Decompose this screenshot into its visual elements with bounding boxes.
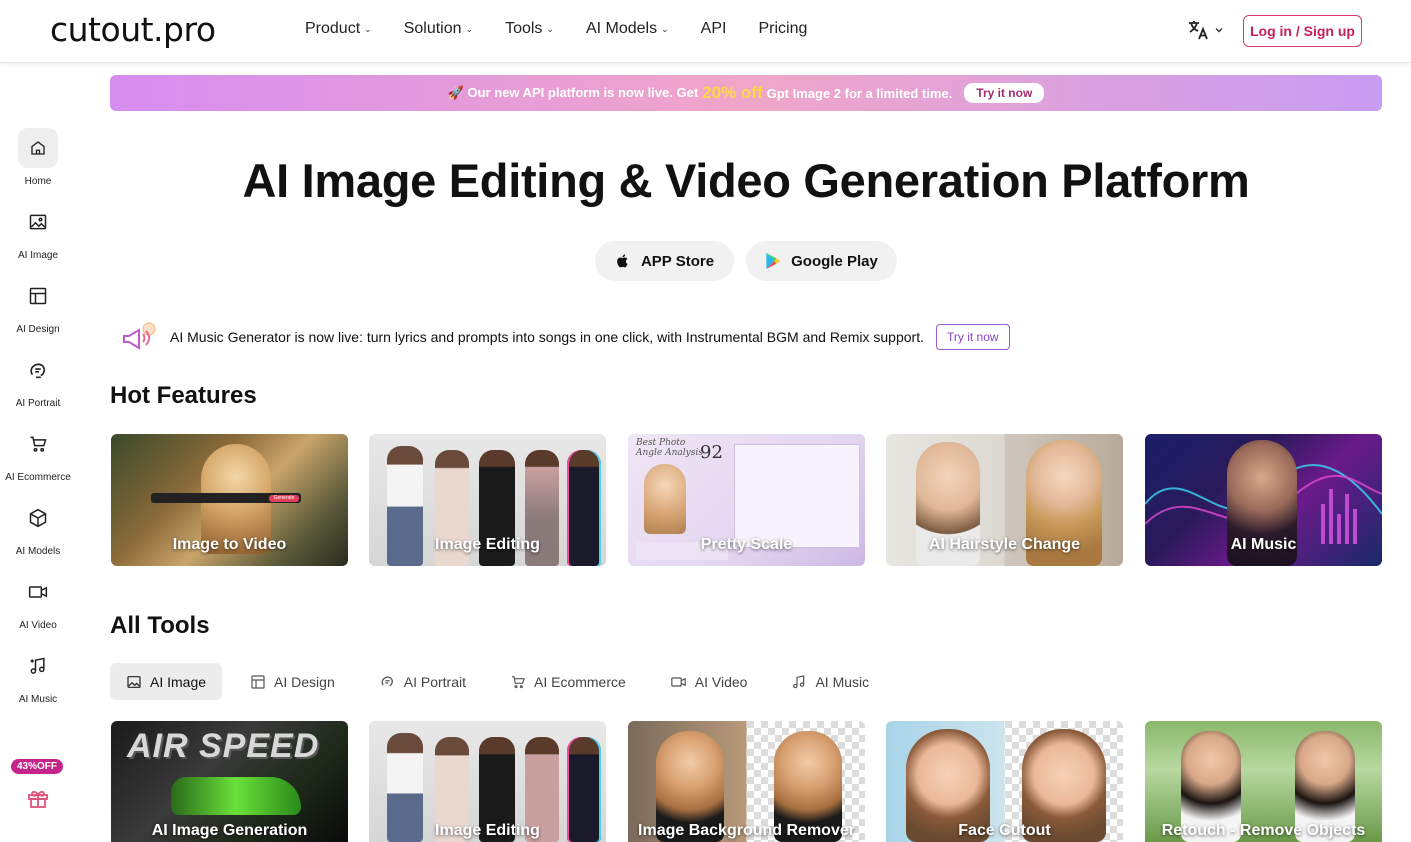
portrait-figure [644, 464, 686, 534]
hot-features-title: Hot Features [110, 382, 257, 409]
nav-ai-models[interactable]: AI Models ⌄ [586, 20, 669, 38]
banner-try-button[interactable]: Try it now [964, 83, 1045, 103]
portrait-icon [18, 350, 58, 390]
discount-highlight: 20% off [702, 83, 763, 102]
chevron-down-icon: ⌄ [364, 23, 372, 34]
left-sidebar: Home AI Image AI Design AI Portrait AI E… [0, 64, 76, 842]
feature-card-hairstyle-change[interactable]: AI Hairstyle Change [886, 434, 1123, 566]
photo-grid [734, 444, 860, 548]
nav-pricing[interactable]: Pricing [758, 20, 807, 38]
gift-icon[interactable] [26, 786, 50, 815]
feature-card-pretty-scale[interactable]: Best Photo Angle Analysis 92 Pretty Scal… [628, 434, 865, 566]
video-icon [18, 572, 58, 612]
tab-ai-image[interactable]: AI Image [110, 663, 223, 700]
layout-icon [251, 674, 265, 689]
sidebar-item-ai-video[interactable]: AI Video [0, 572, 76, 631]
music-notice: AI Music Generator is now live: turn lyr… [120, 322, 1010, 352]
image-icon [127, 675, 141, 688]
feature-card-image-to-video[interactable]: Generate Image to Video [111, 434, 348, 566]
tab-ai-portrait[interactable]: AI Portrait [363, 663, 482, 700]
music-icon [793, 674, 805, 688]
generate-button-thumb: Generate [269, 495, 299, 502]
main-nav: Product ⌄ Solution ⌄ Tools ⌄ AI Models ⌄ API… [305, 20, 839, 38]
tab-ai-music[interactable]: AI Music [775, 663, 885, 700]
login-signup-button[interactable]: Log in / Sign up [1243, 15, 1362, 47]
sidebar-item-home[interactable]: Home [0, 128, 76, 187]
feature-card-ai-music[interactable]: AI Music [1145, 434, 1382, 566]
tool-card-background-remover[interactable]: Image Background Remover [628, 721, 865, 842]
cube-icon [18, 498, 58, 538]
nav-tools[interactable]: Tools ⌄ [505, 20, 554, 38]
all-tools-title: All Tools [110, 612, 210, 639]
feature-card-image-editing[interactable]: Image Editing [369, 434, 606, 566]
tool-category-tabs: AI Image AI Design AI Portrait AI Ecomme… [110, 663, 897, 700]
video-icon [671, 676, 686, 687]
chevron-down-icon: ⌄ [546, 23, 554, 34]
tool-card-face-cutout[interactable]: Face Cutout [886, 721, 1123, 842]
tab-ai-ecommerce[interactable]: AI Ecommerce [494, 663, 642, 700]
sidebar-item-ai-design[interactable]: AI Design [0, 276, 76, 335]
cart-icon [511, 675, 525, 688]
tab-ai-video[interactable]: AI Video [654, 663, 764, 700]
tool-card-image-editing[interactable]: Image Editing [369, 721, 606, 842]
nav-product[interactable]: Product ⌄ [305, 20, 372, 38]
notice-try-button[interactable]: Try it now [935, 324, 1010, 350]
tab-ai-design[interactable]: AI Design [234, 663, 351, 700]
language-switcher[interactable] [1186, 18, 1224, 42]
sidebar-item-ai-image[interactable]: AI Image [0, 202, 76, 261]
google-play-icon [766, 253, 781, 269]
sidebar-item-ai-models[interactable]: AI Models [0, 498, 76, 557]
page-title: AI Image Editing & Video Generation Plat… [242, 154, 1250, 207]
image-icon [18, 202, 58, 242]
apple-icon [617, 254, 628, 268]
sidebar-item-ai-portrait[interactable]: AI Portrait [0, 350, 76, 409]
logo[interactable]: cutout.pro [50, 10, 216, 49]
megaphone-icon [123, 322, 156, 350]
music-icon [18, 646, 58, 686]
air-speed-art: AIR SPEED [127, 727, 320, 765]
score-value: 92 [700, 442, 723, 463]
cart-icon [18, 424, 58, 464]
portrait-icon [381, 676, 393, 687]
discount-badge[interactable]: 43%OFF [11, 759, 64, 774]
promo-banner[interactable]: 🚀 Our new API platform is now live. Get … [110, 75, 1382, 111]
nav-solution[interactable]: Solution ⌄ [404, 20, 473, 38]
app-store-button[interactable]: APP Store [595, 241, 734, 281]
layout-icon [18, 276, 58, 316]
google-play-button[interactable]: Google Play [746, 241, 897, 281]
tool-card-retouch-remove-objects[interactable]: Retouch - Remove Objects [1145, 721, 1382, 842]
chevron-down-icon [1215, 28, 1223, 33]
sidebar-item-ai-music[interactable]: AI Music [0, 646, 76, 705]
home-icon [18, 128, 58, 168]
sneaker-graphic [171, 777, 301, 815]
sidebar-item-ai-ecommerce[interactable]: AI Ecommerce [0, 424, 76, 483]
chevron-down-icon: ⌄ [465, 23, 474, 34]
top-header: cutout.pro Product ⌄ Solution ⌄ Tools ⌄ AI … [0, 0, 1411, 63]
tool-card-ai-image-generation[interactable]: AIR SPEED AI Image Generation [111, 721, 348, 842]
chevron-down-icon: ⌄ [661, 23, 669, 34]
nav-api[interactable]: API [701, 20, 727, 38]
translate-icon [1189, 21, 1208, 40]
